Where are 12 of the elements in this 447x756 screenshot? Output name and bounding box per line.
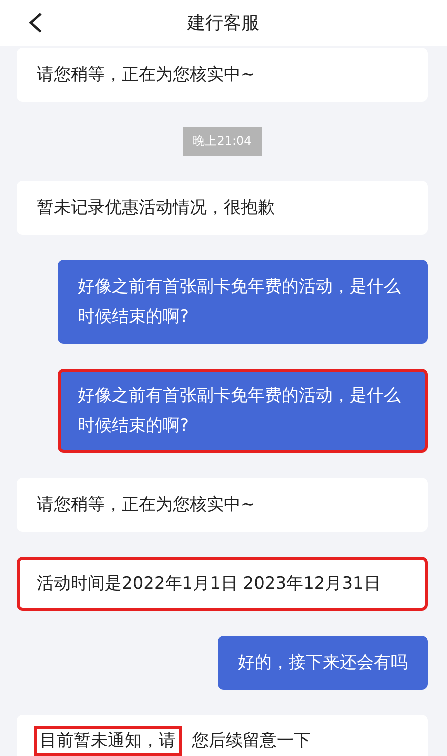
user-message-bubble: 好像之前有首张副卡免年费的活动，是什么时候结束的啊?: [58, 369, 428, 453]
agent-message-bubble: 暂未记录优惠活动情况，很抱歉: [17, 181, 428, 235]
timestamp: 晚上21:04: [183, 127, 262, 156]
back-icon[interactable]: [28, 12, 44, 34]
message-text: 您后续留意一下: [191, 730, 312, 753]
agent-message-bubble: 请您稍等，正在为您核实中~: [17, 478, 428, 532]
agent-message-bubble: 请您稍等，正在为您核实中~: [17, 48, 428, 102]
user-message-bubble: 好的，接下来还会有吗: [218, 636, 428, 690]
user-message-bubble: 好像之前有首张副卡免年费的活动，是什么时候结束的啊?: [58, 260, 428, 344]
agent-message-bubble: 活动时间是2022年1月1日 2023年12月31日: [17, 557, 428, 611]
window-title: 建行客服: [188, 12, 260, 35]
highlighted-text: 目前暂未通知，请: [34, 726, 182, 756]
